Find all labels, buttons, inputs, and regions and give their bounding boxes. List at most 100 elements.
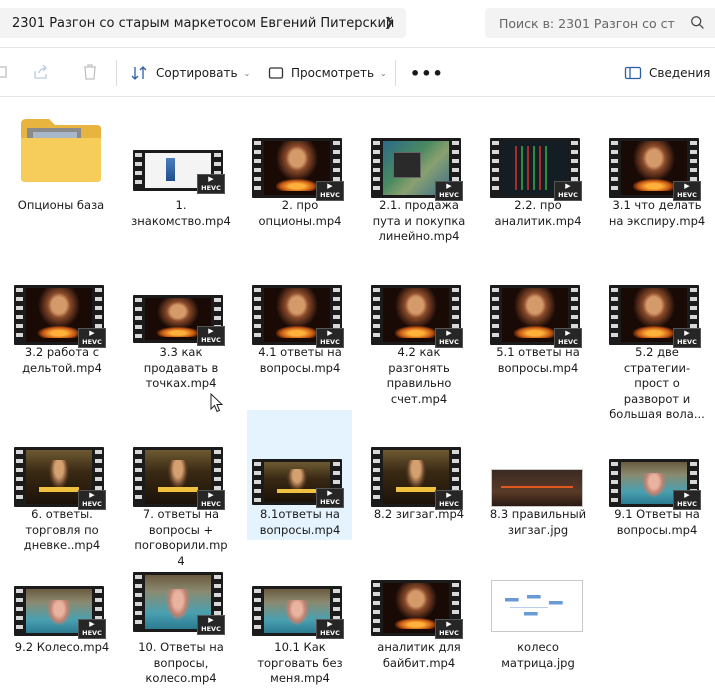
chevron-right-icon[interactable]: ❯	[384, 15, 394, 29]
video-thumbnail: ▶ HEVC	[129, 417, 233, 510]
search-box[interactable]	[485, 8, 715, 38]
share-icon[interactable]	[31, 62, 51, 82]
details-pane-icon	[624, 66, 642, 80]
hevc-badge: ▶ HEVC	[673, 328, 701, 348]
hevc-badge: ▶ HEVC	[435, 181, 463, 201]
chevron-down-icon: ⌄	[243, 68, 251, 78]
hevc-badge: ▶ HEVC	[197, 174, 225, 194]
file-name: 5.1 ответы на вопросы.mp4	[496, 345, 580, 375]
file-name: 2. про опционы.mp4	[258, 198, 342, 228]
mouse-cursor-icon	[210, 393, 224, 413]
video-thumbnail: ▶ HEVC	[367, 255, 471, 348]
file-item[interactable]: ▶ HEVC 7. ответы на вопросы + поговорили.…	[129, 417, 233, 569]
file-item[interactable]: колесо матрица.jpg	[486, 550, 590, 671]
file-name: 1. знакомство.mp4	[131, 198, 231, 228]
file-item[interactable]: 8.3 правильный зигзаг.jpg	[486, 417, 590, 538]
file-name: колесо матрица.jpg	[501, 640, 575, 670]
file-item[interactable]: ▶ HEVC 3.1 что делать на экспиру.mp4	[605, 108, 709, 229]
delete-icon[interactable]	[80, 62, 100, 82]
file-item[interactable]: ▶ HEVC 9.1 Ответы на вопросы.mp4	[605, 417, 709, 538]
divider	[395, 60, 396, 86]
folder-icon	[21, 119, 101, 182]
file-item[interactable]: ▶ HEVC 3.3 как продавать в точках.mp4	[129, 255, 233, 392]
hevc-badge: ▶ HEVC	[197, 326, 225, 346]
file-item[interactable]: ▶ HEVC 3.2 работа с дельтой.mp4	[10, 255, 114, 376]
address-bar[interactable]: 2301 Разгон со старым маркетосом Евгений…	[0, 8, 406, 38]
breadcrumb-folder[interactable]: 2301 Разгон со старым маркетосом Евгений…	[0, 16, 394, 31]
video-thumbnail: ▶ HEVC	[248, 550, 352, 640]
file-item[interactable]: ▶ HEVC аналитик для байбит.mp4	[367, 550, 471, 671]
sort-button[interactable]: Сортировать ⌄	[131, 60, 250, 86]
file-name: 9.2 Колесо.mp4	[14, 640, 110, 654]
folder-thumbnail	[9, 108, 113, 198]
divider	[0, 47, 715, 48]
file-item[interactable]: ▶ HEVC 2.1. продажа пута и покупка линейн…	[367, 108, 471, 245]
view-icon	[268, 67, 284, 79]
view-button[interactable]: Просмотреть ⌄	[268, 60, 387, 86]
hevc-badge: ▶ HEVC	[673, 490, 701, 510]
file-name: 6. ответы. торговля по дневке..mp4	[23, 507, 101, 552]
file-item[interactable]: ▶ HEVC 9.2 Колесо.mp4	[10, 550, 114, 656]
video-thumbnail: ▶ HEVC	[486, 108, 590, 201]
command-bar: Сортировать ⌄ Просмотреть ⌄ ••• Сведения	[0, 52, 715, 92]
chevron-down-icon: ⌄	[380, 68, 387, 78]
file-item[interactable]: ▶ HEVC 8.2 зигзаг.mp4	[367, 417, 471, 523]
folder-item[interactable]: Опционы база	[9, 108, 113, 214]
file-item[interactable]: ▶ HEVC 10.1 Как торговать без меня.mp4	[248, 550, 352, 687]
video-thumbnail: ▶ HEVC	[367, 417, 471, 510]
video-thumbnail: ▶ HEVC	[129, 550, 233, 640]
file-item[interactable]: ▶ HEVC 5.1 ответы на вопросы.mp4	[486, 255, 590, 376]
hevc-badge: ▶ HEVC	[554, 181, 582, 201]
image-thumbnail	[486, 550, 590, 640]
hevc-badge: ▶ HEVC	[316, 488, 344, 508]
hevc-badge: ▶ HEVC	[316, 619, 344, 639]
video-thumbnail: ▶ HEVC	[248, 417, 352, 508]
file-name: 10. Ответы на вопросы, колесо.mp4	[138, 640, 224, 685]
video-thumbnail: ▶ HEVC	[605, 255, 709, 348]
video-thumbnail: ▶ HEVC	[248, 255, 352, 348]
file-name: 3.3 как продавать в точках.mp4	[143, 345, 219, 390]
file-name: 2.2. про аналитик.mp4	[494, 198, 582, 228]
video-thumbnail: ▶ HEVC	[129, 255, 233, 346]
video-thumbnail: ▶ HEVC	[10, 255, 114, 348]
file-name: 4.1 ответы на вопросы.mp4	[258, 345, 342, 375]
file-item[interactable]: ▶ HEVC 4.2 как разгонять правильно счет.m…	[367, 255, 471, 407]
file-name: 3.2 работа с дельтой.mp4	[22, 345, 102, 375]
file-name: Опционы база	[17, 198, 105, 212]
video-thumbnail: ▶ HEVC	[605, 417, 709, 510]
hevc-badge: ▶ HEVC	[316, 181, 344, 201]
file-item-selected[interactable]: ▶ HEVC 8.1ответы на вопросы.mp4	[248, 417, 352, 538]
hevc-badge: ▶ HEVC	[554, 328, 582, 348]
hevc-badge: ▶ HEVC	[316, 328, 344, 348]
file-item[interactable]: ▶ HEVC 5.2 две стратегии-прост о разворот…	[605, 255, 709, 423]
hevc-badge: ▶ HEVC	[435, 328, 463, 348]
video-thumbnail: ▶ HEVC	[486, 255, 590, 348]
file-name: 8.1ответы на вопросы.mp4	[259, 507, 341, 537]
file-name: аналитик для байбит.mp4	[377, 640, 461, 670]
divider	[0, 96, 715, 97]
file-item[interactable]: ▶ HEVC 6. ответы. торговля по дневке..mp4	[10, 417, 114, 554]
file-name: 3.1 что делать на экспиру.mp4	[608, 198, 706, 228]
hevc-badge: ▶ HEVC	[197, 490, 225, 510]
file-item[interactable]: ▶ HEVC 2. про опционы.mp4	[248, 108, 352, 229]
video-thumbnail: ▶ HEVC	[367, 108, 471, 201]
file-name: 8.3 правильный зигзаг.jpg	[489, 507, 587, 537]
search-icon[interactable]	[689, 14, 707, 32]
hevc-badge: ▶ HEVC	[78, 490, 106, 510]
file-item[interactable]: ▶ HEVC 10. Ответы на вопросы, колесо.mp4	[129, 550, 233, 687]
file-name: 10.1 Как торговать без меня.mp4	[257, 640, 343, 685]
details-pane-button[interactable]: Сведения	[624, 60, 710, 86]
file-item[interactable]: ▶ HEVC 4.1 ответы на вопросы.mp4	[248, 255, 352, 376]
details-label: Сведения	[649, 66, 711, 80]
video-thumbnail: ▶ HEVC	[367, 550, 471, 640]
file-name: 4.2 как разгонять правильно счет.mp4	[386, 345, 452, 406]
search-input[interactable]	[485, 14, 686, 32]
more-options-button[interactable]: •••	[410, 64, 444, 83]
divider	[116, 60, 117, 86]
file-item[interactable]: ▶ HEVC 1. знакомство.mp4	[129, 108, 233, 229]
rename-icon[interactable]	[0, 62, 12, 82]
file-item[interactable]: ▶ HEVC 2.2. про аналитик.mp4	[486, 108, 590, 229]
video-thumbnail: ▶ HEVC	[10, 417, 114, 510]
file-name: 5.2 две стратегии-прост о разворот и бол…	[609, 345, 705, 421]
hevc-badge: ▶ HEVC	[78, 328, 106, 348]
